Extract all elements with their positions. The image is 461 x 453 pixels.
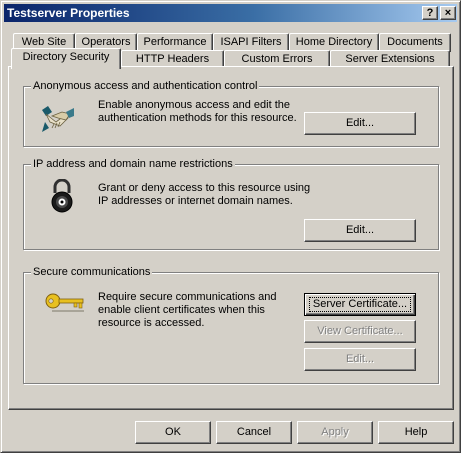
ok-button[interactable]: OK bbox=[135, 421, 211, 444]
title-bar[interactable]: Testserver Properties ? × bbox=[4, 4, 457, 22]
secure-communications-group: Secure communications Require secure com… bbox=[23, 265, 439, 384]
ip-restrictions-group: IP address and domain name restrictions … bbox=[23, 157, 439, 250]
focus-rectangle bbox=[309, 297, 411, 312]
window-title: Testserver Properties bbox=[7, 6, 130, 20]
anonymous-edit-button[interactable]: Edit... bbox=[304, 112, 416, 135]
properties-dialog: Testserver Properties ? × Web Site Opera… bbox=[0, 0, 461, 453]
help-button[interactable]: Help bbox=[378, 421, 454, 444]
apply-button[interactable]: Apply bbox=[297, 421, 373, 444]
secure-communications-description: Require secure communications and enable… bbox=[98, 291, 277, 329]
anonymous-access-group: Anonymous access and authentication cont… bbox=[23, 79, 439, 147]
ip-edit-button[interactable]: Edit... bbox=[304, 219, 416, 242]
ip-restrictions-description: Grant or deny access to this resource us… bbox=[98, 182, 311, 207]
ip-restrictions-group-label: IP address and domain name restrictions bbox=[31, 157, 235, 171]
anonymous-access-group-label: Anonymous access and authentication cont… bbox=[31, 79, 260, 93]
key-icon bbox=[44, 293, 86, 315]
handshake-icon bbox=[40, 102, 76, 134]
padlock-icon bbox=[48, 178, 76, 213]
directory-security-panel: Anonymous access and authentication cont… bbox=[8, 66, 454, 410]
anonymous-access-description: Enable anonymous access and edit the aut… bbox=[98, 99, 297, 124]
view-certificate-button[interactable]: View Certificate... bbox=[304, 320, 416, 343]
help-caption-button[interactable]: ? bbox=[422, 6, 438, 20]
cancel-button[interactable]: Cancel bbox=[216, 421, 292, 444]
tab-directory-security[interactable]: Directory Security bbox=[11, 48, 121, 69]
secure-edit-button[interactable]: Edit... bbox=[304, 348, 416, 371]
secure-communications-group-label: Secure communications bbox=[31, 265, 153, 279]
close-button[interactable]: × bbox=[440, 6, 456, 20]
server-certificate-button[interactable]: Server Certificate... bbox=[304, 293, 416, 316]
